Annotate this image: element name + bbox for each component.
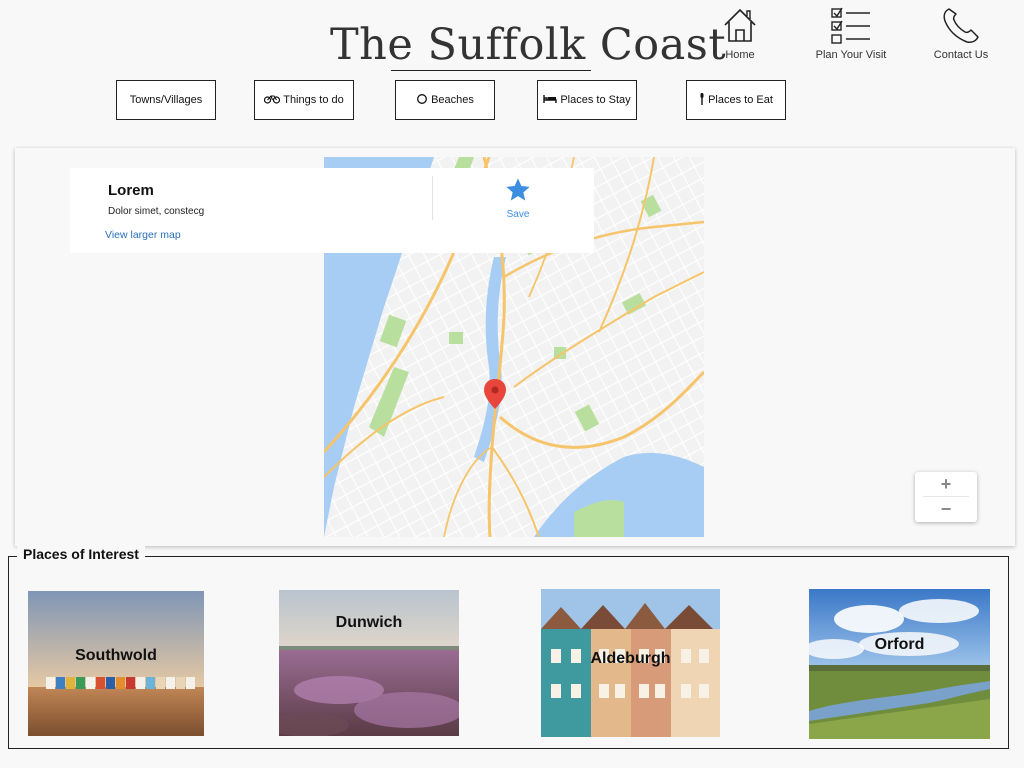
star-icon bbox=[504, 178, 532, 208]
zoom-out-button[interactable]: − bbox=[915, 497, 977, 521]
places-to-stay-button[interactable]: Places to Stay bbox=[537, 80, 637, 120]
title-underline bbox=[391, 70, 591, 71]
place-card-southwold[interactable]: Southwold bbox=[28, 591, 204, 736]
place-address: Dolor simet, constecg bbox=[108, 206, 205, 217]
place-name: Lorem bbox=[108, 182, 154, 199]
place-name-orford: Orford bbox=[874, 636, 925, 653]
nav-home[interactable]: Home bbox=[685, 5, 795, 69]
towns-villages-button[interactable]: Towns/Villages bbox=[116, 80, 216, 120]
site-title: The Suffolk Coast bbox=[330, 20, 727, 70]
things-to-do-label: Things to do bbox=[283, 94, 344, 106]
bicycle-icon bbox=[264, 94, 281, 107]
bed-icon bbox=[543, 94, 558, 107]
place-name-dunwich: Dunwich bbox=[335, 614, 403, 631]
nav-plan-your-visit[interactable]: Plan Your Visit bbox=[796, 5, 906, 69]
phone-icon bbox=[906, 5, 1016, 45]
nav-contact-us-label: Contact Us bbox=[933, 49, 989, 61]
place-info-card: Lorem Dolor simet, constecg View larger … bbox=[70, 168, 594, 253]
info-divider bbox=[432, 176, 433, 220]
place-card-orford[interactable]: Orford bbox=[809, 589, 990, 739]
beaches-label: Beaches bbox=[431, 94, 474, 106]
save-button[interactable]: Save bbox=[498, 176, 538, 220]
place-card-dunwich[interactable]: Dunwich bbox=[279, 590, 459, 736]
view-larger-map-link[interactable]: View larger map bbox=[105, 229, 181, 241]
map-panel: Lorem Dolor simet, constecg View larger … bbox=[15, 148, 1015, 546]
sun-icon bbox=[416, 93, 428, 108]
nav-plan-your-visit-label: Plan Your Visit bbox=[815, 49, 887, 61]
places-to-eat-button[interactable]: Places to Eat bbox=[686, 80, 786, 120]
place-name-aldeburgh: Aldeburgh bbox=[590, 650, 671, 667]
places-to-eat-label: Places to Eat bbox=[708, 94, 773, 106]
dunwich-image bbox=[279, 590, 459, 736]
zoom-in-button[interactable]: + bbox=[915, 472, 977, 496]
place-card-aldeburgh[interactable]: Aldeburgh bbox=[541, 589, 720, 737]
nav-contact-us[interactable]: Contact Us bbox=[906, 5, 1016, 69]
towns-villages-label: Towns/Villages bbox=[129, 94, 203, 106]
cutlery-icon bbox=[699, 92, 705, 108]
nav-home-label: Home bbox=[725, 49, 755, 61]
places-of-interest-heading: Places of Interest bbox=[17, 546, 145, 562]
map-zoom-control: + − bbox=[915, 472, 977, 522]
orford-image bbox=[809, 589, 990, 739]
things-to-do-button[interactable]: Things to do bbox=[254, 80, 354, 120]
home-icon bbox=[685, 5, 795, 45]
places-to-stay-label: Places to Stay bbox=[560, 94, 631, 106]
place-name-southwold: Southwold bbox=[75, 647, 157, 664]
save-label: Save bbox=[506, 209, 530, 220]
beaches-button[interactable]: Beaches bbox=[395, 80, 495, 120]
checklist-icon bbox=[796, 5, 906, 45]
